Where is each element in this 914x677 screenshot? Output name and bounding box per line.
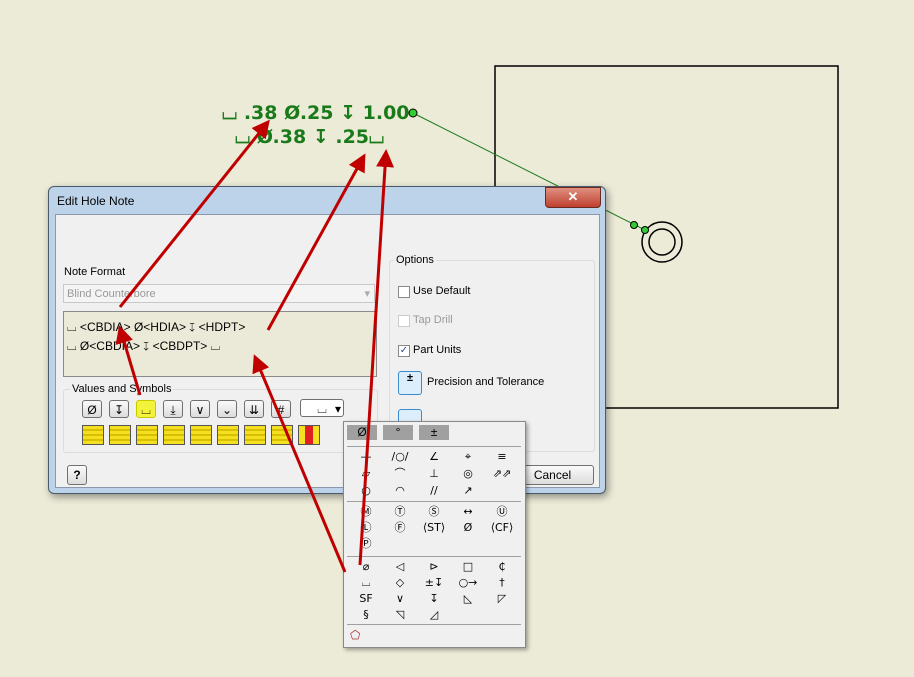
drill-depth-button[interactable]: ⇊ [244,400,264,418]
help-button[interactable]: ? [67,465,87,485]
palette-symbol[interactable]: Ⓣ [383,504,417,520]
thread-depth-icon[interactable] [190,425,212,445]
thread-value-icon[interactable] [82,425,104,445]
palette-symbol[interactable]: ▱ [349,466,383,482]
symbol-dropdown[interactable]: ⌴ ▾ [300,399,344,417]
palette-symbol[interactable]: ◎ [451,466,485,482]
countersink-value-icon[interactable] [271,425,293,445]
chevron-down-icon: ▾ [364,288,370,300]
palette-symbol[interactable]: ⊥ [417,466,451,482]
counterbore-symbol-button[interactable]: ⌴ [136,400,156,418]
palette-symbol[interactable]: ±↧ [417,575,451,591]
palette-symbol[interactable]: † [485,575,519,591]
palette-symbol[interactable]: SF [349,591,383,607]
dialog-title: Edit Hole Note [57,194,135,208]
leader-grip [408,108,418,118]
palette-tab-degree[interactable]: ° [383,425,413,440]
thread-edit-icon[interactable] [109,425,131,445]
divider [347,624,521,625]
palette-symbol[interactable]: Ⓕ [383,520,417,536]
diameter-symbol-button[interactable]: Ø [82,400,102,418]
palette-symbol[interactable]: Ⓟ [349,536,383,552]
palette-symbol[interactable]: /○/ [383,449,417,465]
palette-symbol[interactable]: ○ [349,483,383,499]
tap-drill-checkbox[interactable] [398,315,410,327]
palette-symbol[interactable]: Ø [451,520,485,536]
palette-symbol[interactable]: Ⓜ [349,504,383,520]
counterbore-value-icon[interactable] [244,425,266,445]
palette-symbol[interactable]: ∨ [383,591,417,607]
tap-drill-label: Tap Drill [413,314,453,326]
custom-symbol-icon[interactable]: ⬠ [350,628,360,642]
leader-grip [641,226,649,234]
palette-symbol[interactable]: ◿ [417,607,451,623]
divider [347,446,521,447]
precision-tolerance-button[interactable]: Precision and Tolerance [427,376,544,388]
leader-grip [630,221,638,229]
palette-symbol[interactable]: — [349,449,383,465]
palette-symbol[interactable]: ≡ [485,449,519,465]
chevron-down-icon: ▾ [334,402,341,416]
use-default-label: Use Default [413,285,471,297]
countersink-symbol-button[interactable]: ∨ [190,400,210,418]
palette-symbol[interactable]: ◠ [383,483,417,499]
palette-symbol[interactable]: // [417,483,451,499]
quantity-button[interactable]: # [271,400,291,418]
palette-symbol[interactable]: ⌒ [383,466,417,482]
format-line-2: ⌴ Ø<CBDIA> ↧ <CBDPT> ⌴ [67,339,221,353]
palette-symbol[interactable]: ◺ [451,591,485,607]
options-label: Options [394,254,436,266]
divider [347,501,521,502]
hole-inner-circle [648,228,676,256]
part-units-label: Part Units [413,344,462,356]
divider [347,556,521,557]
format-line-1: ⌴ <CBDIA> Ø<HDIA> ↧ <HDPT> [67,320,246,334]
palette-symbol[interactable]: ⌴ [349,575,383,591]
symbol-palette: Ø ° ± —/○/∠ ⌖ ≡ ▱ ⌒ ⊥ ◎ ⇗⇗ ○ ◠//↗ Ⓜ Ⓣ Ⓢ ↔ Ⓤ Ⓛ Ⓕ ⟨ST⟩ Ø ⟨CF… [343,421,526,648]
use-default-checkbox[interactable] [398,286,410,298]
palette-symbol[interactable]: ◇ [383,575,417,591]
part-units-checkbox[interactable]: ✓ [398,345,410,357]
hole-depth-icon[interactable] [298,425,320,445]
palette-symbol[interactable]: Ⓢ [417,504,451,520]
palette-symbol[interactable]: ↗ [451,483,485,499]
hole-note-line2[interactable]: ⌴ Ø.38 ↧ .25⌴ [235,126,384,148]
note-format-select[interactable]: Blind Counterbore ▾ [63,284,375,303]
palette-symbol[interactable]: ⌖ [451,449,485,465]
precision-tolerance-icon[interactable]: ± [398,371,422,395]
values-symbols-label: Values and Symbols [70,383,174,395]
palette-symbol[interactable]: ↧ [417,591,451,607]
palette-symbol[interactable]: ⟨CF⟩ [485,520,519,536]
palette-symbol[interactable]: Ⓛ [349,520,383,536]
palette-symbol[interactable]: □ [451,559,485,575]
palette-symbol[interactable]: ∠ [417,449,451,465]
values-symbols-group: Values and Symbols Ø ↧ ⌴ ⤓ ∨ ⌄ ⇊ # ⌴ ▾ [63,383,378,453]
note-format-value: Blind Counterbore [67,288,156,300]
palette-tab-plusminus[interactable]: ± [419,425,449,440]
palette-symbol[interactable]: ◹ [383,607,417,623]
close-button[interactable]: ✕ [545,187,601,208]
palette-symbol[interactable]: ⟨ST⟩ [417,520,451,536]
hole-note-line1[interactable]: ⌴ .38 Ø.25 ↧ 1.00 [222,102,410,124]
palette-symbol[interactable]: ₵ [485,559,519,575]
countersink-angle-button[interactable]: ⌄ [217,400,237,418]
symbol-dropdown-value: ⌴ [317,402,327,416]
palette-symbol[interactable]: Ⓤ [485,504,519,520]
tap-drill-icon[interactable] [217,425,239,445]
palette-symbol[interactable]: ⌀ [349,559,383,575]
palette-symbol[interactable]: ↔ [451,504,485,520]
note-format-label: Note Format [64,266,126,278]
palette-symbol[interactable]: ○→ [451,575,485,591]
palette-symbol[interactable]: ◁ [383,559,417,575]
thread-depth-button[interactable]: ⤓ [163,400,183,418]
palette-symbol[interactable]: ◸ [485,591,519,607]
palette-symbol[interactable]: ⇗⇗ [485,466,519,482]
thread-class-icon[interactable] [163,425,185,445]
palette-symbol[interactable]: § [349,607,383,623]
thread-pitch-icon[interactable] [136,425,158,445]
palette-symbol[interactable]: ⊳ [417,559,451,575]
depth-symbol-button[interactable]: ↧ [109,400,129,418]
note-format-editor[interactable]: ⌴ <CBDIA> Ø<HDIA> ↧ <HDPT> ⌴ Ø<CBDIA> ↧ <… [63,311,377,377]
palette-tab-diameter[interactable]: Ø [347,425,377,440]
